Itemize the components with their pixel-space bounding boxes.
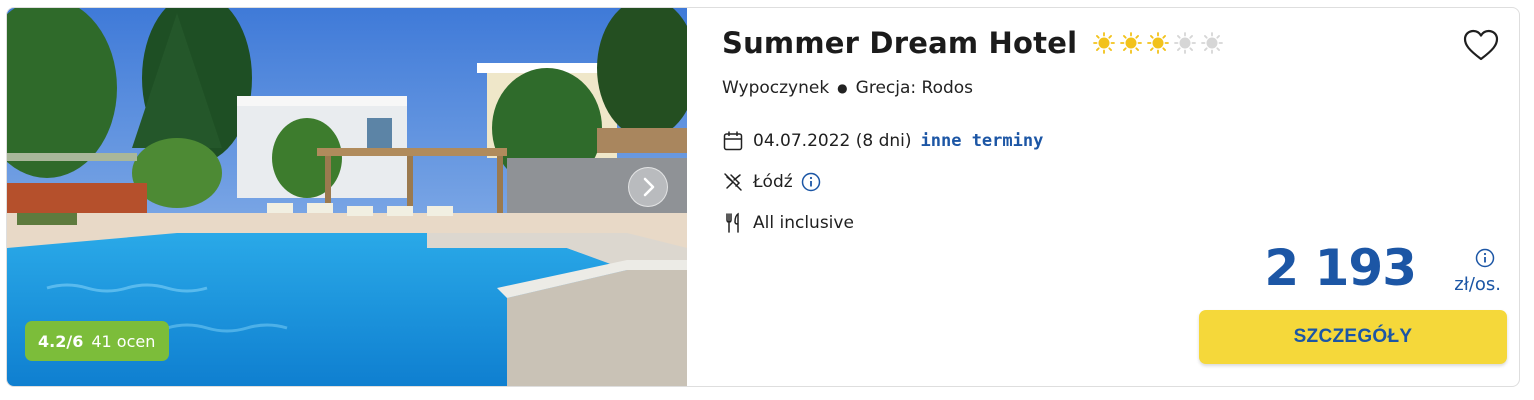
hotel-photo[interactable]: 4.2/6 41 ocen: [7, 8, 687, 386]
calendar-icon: [723, 131, 743, 151]
other-dates-link[interactable]: inne terminy: [921, 131, 1044, 151]
sun-star-filled-icon: [1147, 32, 1170, 54]
price-unit: zł/os.: [1454, 274, 1501, 295]
sun-star-empty-icon: [1174, 32, 1197, 54]
rating-score: 4.2/6: [38, 331, 84, 351]
price-info-icon[interactable]: [1475, 248, 1495, 268]
departure-city: Łódź: [753, 172, 793, 192]
trip-date: 04.07.2022 (8 dni): [753, 131, 912, 151]
sun-star-filled-icon: [1093, 32, 1116, 54]
board-type: All inclusive: [753, 213, 854, 233]
star-rating: [1093, 32, 1228, 54]
next-photo-button[interactable]: [628, 167, 668, 207]
rating-badge: 4.2/6 41 ocen: [25, 321, 170, 361]
plane-off-icon: [724, 173, 742, 191]
rating-count: 41 ocen: [91, 331, 156, 351]
details-button[interactable]: SZCZEGÓŁY: [1199, 310, 1507, 364]
board-row: All inclusive: [722, 212, 854, 234]
title-row: Summer Dream Hotel: [722, 26, 1228, 60]
info-icon[interactable]: [801, 172, 821, 192]
cutlery-icon: [726, 212, 739, 233]
sun-star-filled-icon: [1120, 32, 1143, 54]
hotel-subtitle: Wypoczynek ● Grecja: Rodos: [722, 78, 973, 98]
price-block: 2 193 zł/os.: [1241, 238, 1501, 308]
departure-row: Łódź: [722, 171, 821, 193]
trip-date-row: 04.07.2022 (8 dni) inne terminy: [722, 130, 1043, 152]
separator-bullet: ●: [837, 81, 848, 95]
price-amount: 2 193: [1264, 239, 1417, 297]
hotel-location: Grecja: Rodos: [855, 78, 974, 98]
chevron-right-icon: [643, 177, 655, 197]
sun-star-empty-icon: [1201, 32, 1224, 54]
offer-card[interactable]: 4.2/6 41 ocen Summer Dream Hotel Wypoczy…: [6, 7, 1520, 387]
hotel-name[interactable]: Summer Dream Hotel: [722, 26, 1077, 60]
heart-icon[interactable]: [1461, 26, 1501, 66]
hotel-category: Wypoczynek: [722, 78, 830, 98]
offer-info: Summer Dream Hotel Wypoczynek ● Grecja: …: [687, 8, 1519, 386]
